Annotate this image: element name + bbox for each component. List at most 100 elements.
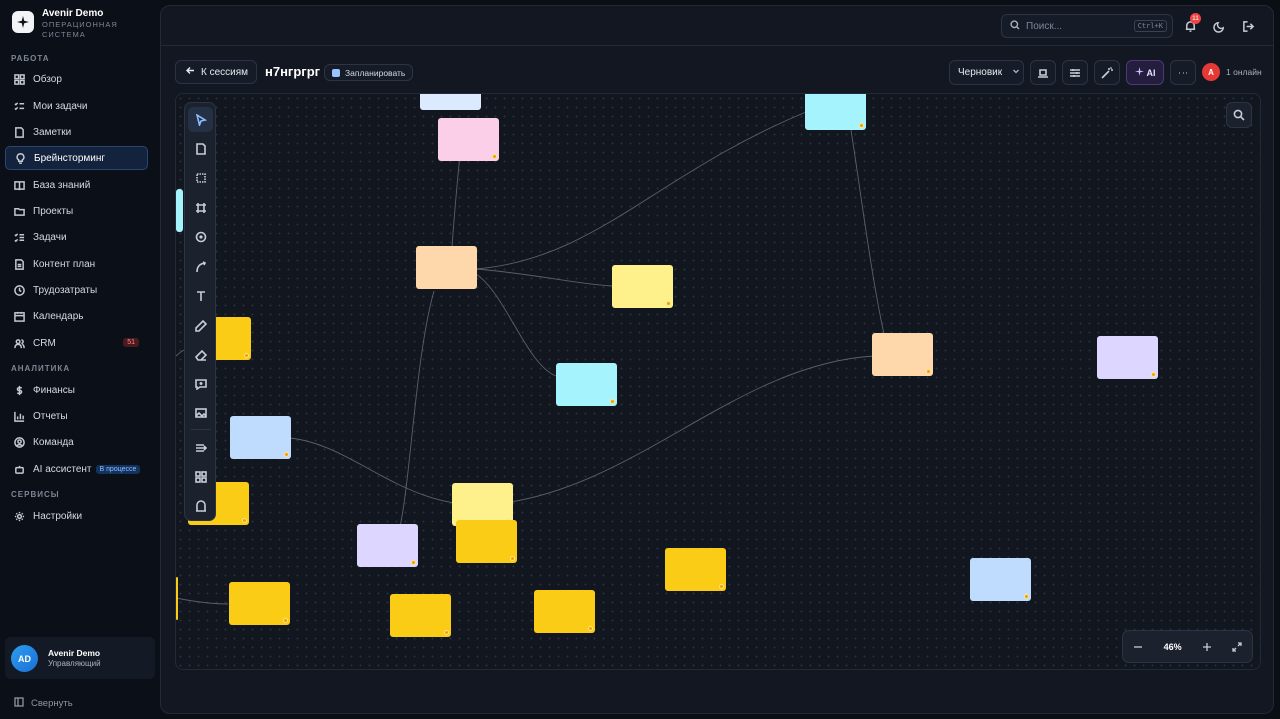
online-user-avatar[interactable]: A (1202, 63, 1220, 81)
session-title[interactable]: н7нгргрг (265, 64, 320, 79)
sidebar-item-reports[interactable]: Отчеты (5, 404, 148, 428)
connector-handle[interactable] (510, 556, 515, 561)
connector-handle[interactable] (1151, 372, 1156, 377)
sidebar-item-settings[interactable]: Настройки (5, 504, 148, 528)
connector-handle[interactable] (244, 353, 249, 358)
section-label-analytics: АНАЛИТИКА (11, 364, 71, 373)
logout-button[interactable] (1240, 18, 1256, 34)
brand[interactable]: Avenir Demo ОПЕРАЦИОННАЯ СИСТЕМА (12, 8, 132, 40)
sticky-note[interactable] (872, 333, 933, 376)
sticky-note[interactable] (534, 590, 595, 633)
back-to-sessions-button[interactable]: К сессиям (175, 60, 257, 84)
connector-handle[interactable] (1024, 594, 1029, 599)
sticky-note[interactable] (556, 363, 617, 406)
sidebar-item-finance[interactable]: Финансы (5, 378, 148, 402)
connector-handle[interactable] (411, 560, 416, 565)
connector-handle[interactable] (492, 154, 497, 159)
connector-handle[interactable] (283, 618, 288, 623)
sidebar-item-tasks[interactable]: Задачи (5, 225, 148, 249)
connector-handle[interactable] (719, 584, 724, 589)
sticky-note[interactable] (230, 416, 291, 459)
eraser-tool[interactable] (188, 342, 213, 367)
notifications-button[interactable]: 11 (1182, 13, 1201, 34)
sticky-note[interactable] (665, 548, 726, 591)
image-icon (194, 407, 207, 418)
sidebar-item-team[interactable]: Команда (5, 430, 148, 454)
connector-handle[interactable] (859, 123, 864, 128)
circle-tool[interactable] (188, 224, 213, 249)
sidebar-item-overview[interactable]: Обзор (5, 67, 148, 91)
sidebar-item-projects[interactable]: Проекты (5, 199, 148, 223)
image-tool[interactable] (188, 400, 213, 425)
search-input[interactable]: Поиск... (1026, 21, 1128, 32)
connector-handle[interactable] (588, 626, 593, 631)
comment-tool[interactable] (188, 371, 213, 396)
zoom-in-button[interactable] (1192, 630, 1222, 663)
select-tool[interactable] (188, 107, 213, 132)
sticky-note[interactable] (612, 265, 673, 308)
sticky-note[interactable] (456, 520, 517, 563)
sticky-note-icon (195, 142, 206, 155)
user-card[interactable]: AD Avenir Demo Управляющий (5, 637, 155, 679)
rectangle-tool[interactable] (188, 165, 213, 190)
sticky-note[interactable] (970, 558, 1031, 601)
fit-to-screen-button[interactable] (1222, 630, 1252, 663)
sticky-note[interactable] (390, 594, 451, 637)
canvas-search-button[interactable] (1226, 102, 1252, 128)
sidebar-item-label: Команда (33, 436, 74, 448)
collapse-sidebar-button[interactable]: Свернуть (14, 697, 73, 710)
pen-tool[interactable] (188, 313, 213, 338)
connector-handle[interactable] (926, 369, 931, 374)
more-options-button[interactable] (1170, 60, 1196, 85)
sidebar-item-time-tracking[interactable]: Трудозатраты (5, 278, 148, 302)
layout-tool[interactable] (188, 435, 213, 460)
zoom-controls: 46% (1122, 630, 1253, 663)
sidebar-item-calendar[interactable]: Календарь (5, 304, 148, 328)
sticky-note[interactable] (176, 577, 178, 620)
sidebar-item-label: База знаний (33, 179, 91, 191)
sticky-note[interactable] (229, 582, 290, 625)
sticky-note[interactable] (420, 94, 481, 110)
grid-icon (14, 73, 25, 85)
sticky-note[interactable] (1097, 336, 1158, 379)
sticky-note-tool[interactable] (188, 136, 213, 161)
zoom-out-button[interactable] (1123, 630, 1153, 663)
settings-sliders-button[interactable] (1062, 60, 1088, 85)
connector-handle[interactable] (242, 518, 247, 523)
ai-label: AI (1146, 67, 1156, 78)
connector-handle[interactable] (666, 301, 671, 306)
sticky-note[interactable] (805, 94, 866, 130)
connector-tool[interactable] (188, 254, 213, 279)
schedule-button[interactable]: Запланировать (324, 64, 414, 81)
sticky-note[interactable] (357, 524, 418, 567)
sidebar-item-brainstorming[interactable]: Брейнсторминг (5, 146, 148, 170)
frame-icon (195, 202, 206, 213)
sticky-note[interactable] (416, 246, 477, 289)
sidebar-item-content-plan[interactable]: Контент план (5, 252, 148, 276)
status-select[interactable]: Черновик (949, 60, 1024, 85)
theme-toggle-button[interactable] (1211, 18, 1227, 34)
template-tool[interactable] (188, 493, 213, 518)
dollar-icon (14, 385, 25, 396)
global-search[interactable]: Поиск... Ctrl+K (1001, 14, 1173, 38)
brainstorm-canvas[interactable]: 46% (175, 93, 1261, 670)
sidebar-item-my-tasks[interactable]: Мои задачи (5, 94, 148, 118)
sticky-note[interactable] (438, 118, 499, 161)
sidebar-item-crm[interactable]: CRM 51 (5, 331, 148, 355)
sparkles-icon (1134, 67, 1144, 78)
magic-wand-button[interactable] (1094, 60, 1120, 85)
sidebar: Avenir Demo ОПЕРАЦИОННАЯ СИСТЕМА РАБОТА … (0, 0, 160, 719)
connector-handle[interactable] (284, 452, 289, 457)
connector-handle[interactable] (610, 399, 615, 404)
sidebar-item-knowledge-base[interactable]: База знаний (5, 173, 148, 197)
gear-icon (14, 511, 25, 522)
sticky-note[interactable] (176, 189, 183, 232)
sidebar-item-ai-assistant[interactable]: AI ассистент В процессе (5, 457, 148, 481)
text-tool[interactable] (188, 283, 213, 308)
frame-tool[interactable] (188, 195, 213, 220)
sidebar-item-notes[interactable]: Заметки (5, 120, 148, 144)
ai-button[interactable]: AI (1126, 60, 1164, 85)
presentation-button[interactable] (1030, 60, 1056, 85)
apps-tool[interactable] (188, 464, 213, 489)
connector-handle[interactable] (444, 630, 449, 635)
